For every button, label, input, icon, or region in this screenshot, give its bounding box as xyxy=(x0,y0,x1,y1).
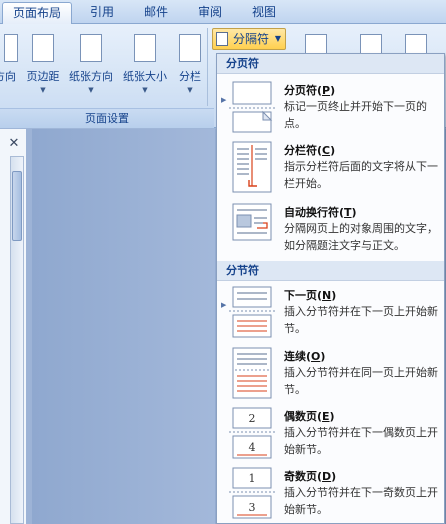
menu-item-text-wrapping-break[interactable]: 自动换行符(T) 分隔网页上的对象周围的文字，如分隔题注文字与正文。 xyxy=(217,200,444,260)
breaks-dropdown-arrow: ▼ xyxy=(274,34,281,43)
tab-references[interactable]: 引用 xyxy=(80,2,124,24)
column-break-desc: 指示分栏符后面的文字将从下一栏开始。 xyxy=(284,160,438,190)
text-direction-button[interactable]: 方向 xyxy=(0,30,20,106)
orientation-label: 纸张方向 xyxy=(69,70,113,83)
breaks-menu: 分页符 ▶ 分页符(P) 标记一页终止并开始下一页的点。 分栏符(C) 指示分栏… xyxy=(216,53,445,524)
menu-item-even-page[interactable]: 2 4 偶数页(E) 插入分节符并在下一偶数页上开始新节。 xyxy=(217,404,444,464)
margins-dropdown-arrow: ▼ xyxy=(40,86,46,94)
ribbon-tab-bar: 页面布局 引用 邮件 审阅 视图 xyxy=(0,0,446,25)
columns-dropdown-arrow: ▼ xyxy=(187,86,193,94)
odd-page-number-3: 3 xyxy=(249,501,256,514)
menu-item-odd-page[interactable]: 1 3 奇数页(D) 插入分节符并在下一奇数页上开始新节。 xyxy=(217,464,444,524)
breaks-button[interactable]: 分隔符 ▼ xyxy=(212,28,286,50)
continuous-title: 连续(O) xyxy=(284,350,326,363)
continuous-desc: 插入分节符并在同一页上开始新节。 xyxy=(284,366,438,396)
text-direction-icon xyxy=(4,34,18,62)
section-breaks-header: 分节符 xyxy=(217,261,444,281)
margins-icon xyxy=(32,34,54,62)
tab-page-layout[interactable]: 页面布局 xyxy=(2,2,72,25)
page-breaks-header: 分页符 xyxy=(217,54,444,74)
margins-label: 页边距 xyxy=(26,70,60,83)
page-break-icon xyxy=(229,81,277,133)
tab-mailings[interactable]: 邮件 xyxy=(134,2,178,24)
menu-item-marker-icon: ▶ xyxy=(221,96,227,104)
orientation-dropdown-arrow: ▼ xyxy=(88,86,94,94)
next-page-desc: 插入分节符并在下一页上开始新节。 xyxy=(284,305,438,335)
paper-size-label: 纸张大小 xyxy=(123,70,167,83)
even-page-desc: 插入分节符并在下一偶数页上开始新节。 xyxy=(284,426,438,456)
odd-page-desc: 插入分节符并在下一奇数页上开始新节。 xyxy=(284,486,438,516)
page-setup-group-caption: 页面设置 xyxy=(0,108,214,128)
menu-item-marker-icon: ▶ xyxy=(221,301,227,309)
menu-item-column-break[interactable]: 分栏符(C) 指示分栏符后面的文字将从下一栏开始。 xyxy=(217,138,444,198)
tab-view[interactable]: 视图 xyxy=(242,2,286,24)
text-wrapping-break-title: 自动换行符(T) xyxy=(284,206,357,219)
menu-item-continuous[interactable]: 连续(O) 插入分节符并在同一页上开始新节。 xyxy=(217,344,444,404)
page-background xyxy=(32,129,215,524)
size-button[interactable]: 纸张大小 ▼ xyxy=(118,30,172,106)
breaks-icon xyxy=(216,32,228,46)
ribbon-separator xyxy=(207,28,208,106)
menu-item-page-break[interactable]: ▶ 分页符(P) 标记一页终止并开始下一页的点。 xyxy=(217,76,444,136)
tab-review[interactable]: 审阅 xyxy=(188,2,232,24)
breaks-label: 分隔符 xyxy=(233,32,270,46)
paper-size-icon xyxy=(134,34,156,62)
odd-page-number-1: 1 xyxy=(249,472,256,485)
vertical-scrollbar[interactable] xyxy=(10,156,24,524)
orientation-icon xyxy=(80,34,102,62)
odd-page-icon: 1 3 xyxy=(229,467,277,519)
next-page-icon xyxy=(229,286,277,338)
scrollbar-thumb[interactable] xyxy=(12,171,22,241)
close-icon[interactable]: ✕ xyxy=(6,136,22,152)
text-wrapping-break-icon xyxy=(232,203,272,241)
text-direction-label: 方向 xyxy=(0,70,16,83)
odd-page-title: 奇数页(D) xyxy=(284,470,337,483)
even-page-number-2: 2 xyxy=(249,412,256,425)
size-dropdown-arrow: ▼ xyxy=(142,86,148,94)
text-wrapping-break-desc: 分隔网页上的对象周围的文字，如分隔题注文字与正文。 xyxy=(284,222,438,252)
orientation-button[interactable]: 纸张方向 ▼ xyxy=(64,30,118,106)
margins-button[interactable]: 页边距 ▼ xyxy=(22,30,64,106)
columns-label: 分栏 xyxy=(179,70,201,83)
columns-button[interactable]: 分栏 ▼ xyxy=(174,30,206,106)
continuous-icon xyxy=(232,347,272,399)
column-break-icon xyxy=(232,141,272,193)
columns-icon xyxy=(179,34,201,62)
even-page-icon: 2 4 xyxy=(229,407,277,459)
even-page-number-4: 4 xyxy=(249,441,256,454)
menu-item-next-page[interactable]: ▶ 下一页(N) 插入分节符并在下一页上开始新节。 xyxy=(217,283,444,343)
even-page-title: 偶数页(E) xyxy=(284,410,335,423)
next-page-title: 下一页(N) xyxy=(284,289,337,302)
page-break-title: 分页符(P) xyxy=(284,84,336,97)
column-break-title: 分栏符(C) xyxy=(284,144,336,157)
page-break-desc: 标记一页终止并开始下一页的点。 xyxy=(284,100,427,130)
